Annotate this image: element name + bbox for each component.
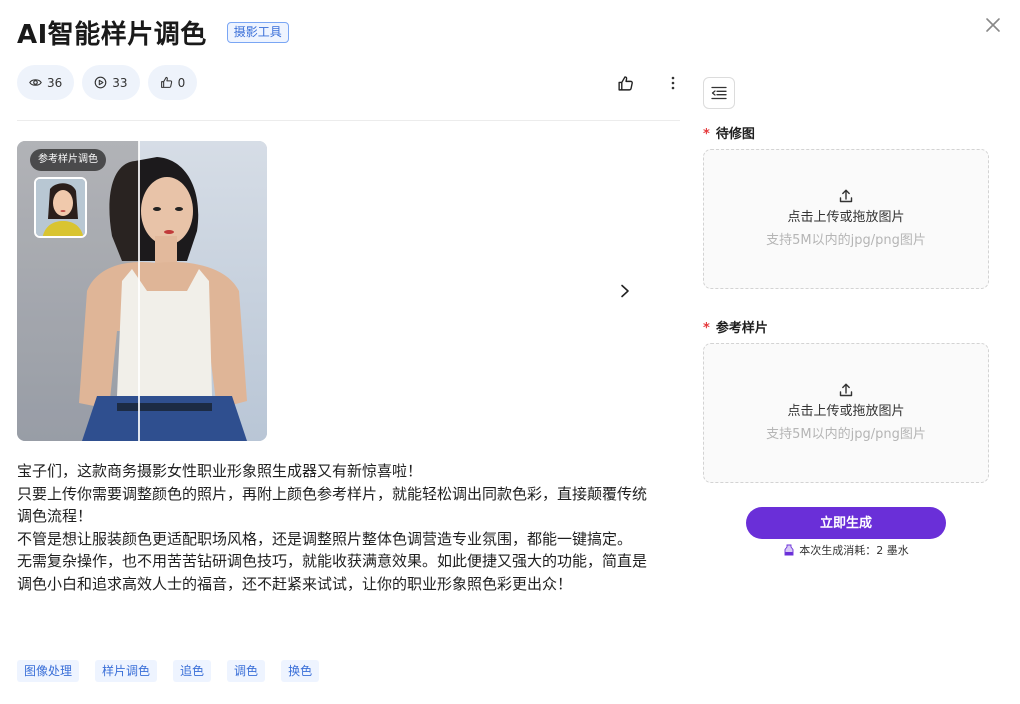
likes-count: 0: [177, 75, 186, 90]
thumb-up-icon: [617, 75, 633, 91]
next-image-button[interactable]: [614, 280, 636, 302]
panel-toggle-button[interactable]: [703, 77, 735, 109]
description-paragraph: 不管是想让服装颜色更适配职场风格，还是调整照片整体色调营造专业氛围，都能一键搞定…: [17, 529, 633, 548]
title-row: AI智能样片调色 摄影工具: [17, 14, 289, 50]
likes-stat[interactable]: 0: [147, 65, 198, 100]
generate-button[interactable]: 立即生成: [746, 507, 946, 539]
generation-cost: 本次生成消耗：2 墨水: [746, 542, 946, 558]
tag-list: 图像处理 样片调色 追色 调色 换色: [17, 660, 320, 682]
description-paragraph: 宝子们，这款商务摄影女性职业形象照生成器又有新惊喜啦！: [17, 462, 423, 480]
target-image-label-text: 待修图: [715, 127, 755, 142]
reference-image-label: * 参考样片: [703, 317, 768, 336]
reference-thumbnail-image: [36, 179, 85, 236]
close-button[interactable]: [984, 16, 1002, 34]
uses-count: 33: [112, 75, 128, 90]
like-button[interactable]: [614, 72, 636, 94]
tag-item[interactable]: 图像处理: [17, 660, 80, 682]
more-vertical-icon: [671, 76, 675, 90]
panel-collapse-icon: [711, 86, 727, 100]
category-tag[interactable]: 摄影工具: [226, 21, 289, 43]
compare-divider[interactable]: [138, 141, 140, 441]
upload-instruction: 点击上传或拖放图片: [787, 404, 905, 419]
content-actions: [614, 72, 684, 94]
target-image-upload[interactable]: 点击上传或拖放图片 支持5M以内的jpg/png图片: [703, 149, 989, 289]
description-paragraph: 只要上传你需要调整颜色的照片，再附上颜色参考样片，就能轻松调出同款色彩，直接颠覆…: [17, 484, 648, 526]
upload-instruction: 点击上传或拖放图片: [787, 210, 905, 225]
close-icon: [986, 18, 1000, 32]
tag-item[interactable]: 追色: [173, 660, 212, 682]
play-icon: [94, 76, 107, 89]
reference-image-upload[interactable]: 点击上传或拖放图片 支持5M以内的jpg/png图片: [703, 343, 989, 483]
upload-hint: 支持5M以内的jpg/png图片: [766, 233, 926, 248]
reference-thumbnail: [34, 177, 87, 238]
description-paragraph: 无需复杂操作，也不用苦苦钻研调色技巧，就能收获满意效果。如此便捷又强大的功能，简…: [17, 552, 648, 593]
ink-bottle-icon: [784, 544, 794, 556]
chevron-right-icon: [621, 284, 629, 298]
required-mark: *: [703, 321, 710, 336]
preview-image[interactable]: 参考样片调色: [17, 141, 267, 441]
upload-icon: [838, 188, 854, 204]
eye-icon: [29, 79, 42, 86]
description: 宝子们，这款商务摄影女性职业形象照生成器又有新惊喜啦！ 只要上传你需要调整颜色的…: [17, 460, 647, 595]
tag-item[interactable]: 样片调色: [95, 660, 158, 682]
target-image-label: * 待修图: [703, 123, 755, 142]
required-mark: *: [703, 127, 710, 142]
views-stat: 36: [17, 65, 75, 100]
more-options-button[interactable]: [662, 72, 684, 94]
tag-item[interactable]: 换色: [281, 660, 320, 682]
reference-badge: 参考样片调色: [30, 149, 106, 171]
reference-image-label-text: 参考样片: [715, 321, 768, 336]
generation-cost-text: 本次生成消耗：2 墨水: [799, 544, 909, 557]
tag-item[interactable]: 调色: [227, 660, 266, 682]
stats-bar: 36 33 0: [17, 65, 198, 100]
thumb-up-icon: [160, 76, 172, 88]
uses-stat: 33: [82, 65, 140, 100]
views-count: 36: [47, 75, 63, 90]
upload-icon: [838, 382, 854, 398]
page-title: AI智能样片调色: [17, 19, 207, 50]
upload-hint: 支持5M以内的jpg/png图片: [766, 427, 926, 442]
header-divider: [17, 120, 680, 121]
